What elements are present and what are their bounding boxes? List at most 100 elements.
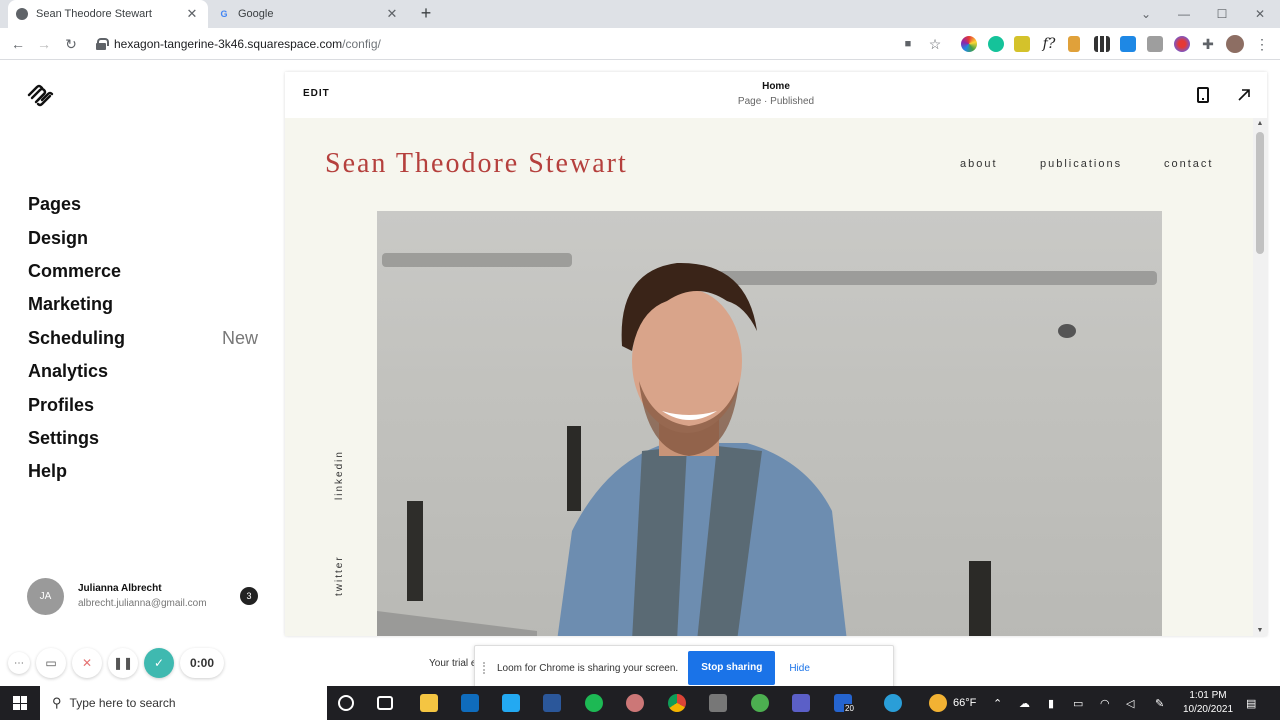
- calculator-icon[interactable]: [709, 694, 727, 712]
- sidebar-item-marketing[interactable]: Marketing: [28, 288, 260, 321]
- site-editor-frame: EDIT Home Page · Published Sean Theodore…: [285, 72, 1267, 636]
- reload-icon[interactable]: ↻: [61, 34, 81, 54]
- social-link-linkedin[interactable]: linkedin: [334, 450, 345, 500]
- windows-start-icon[interactable]: [13, 696, 27, 710]
- tab-google[interactable]: G Google ✕: [208, 0, 408, 28]
- scroll-up-arrow[interactable]: ▲: [1256, 120, 1264, 127]
- volume-icon[interactable]: ◁: [1126, 686, 1134, 720]
- temperature[interactable]: 66°F: [953, 686, 976, 720]
- cortana-icon[interactable]: [338, 695, 354, 711]
- extensions-puzzle-icon[interactable]: ✚: [1198, 34, 1218, 54]
- vscode-icon[interactable]: [502, 694, 520, 712]
- loom-more-icon[interactable]: ⋯: [8, 652, 30, 674]
- vertical-scrollbar[interactable]: ▲ ▼: [1253, 118, 1267, 636]
- app-icon[interactable]: [626, 694, 644, 712]
- stop-sharing-button[interactable]: Stop sharing: [688, 651, 776, 685]
- expand-arrow-icon[interactable]: [1236, 87, 1252, 103]
- scroll-down-arrow[interactable]: ▼: [1256, 627, 1264, 634]
- battery-icon[interactable]: ▭: [1073, 686, 1083, 720]
- spotify-icon[interactable]: [585, 694, 603, 712]
- extension-yellow-icon[interactable]: [1014, 36, 1030, 52]
- close-window-button[interactable]: ✕: [1242, 4, 1278, 24]
- sidebar-item-label: Pages: [28, 194, 82, 215]
- site-nav-contact[interactable]: contact: [1164, 158, 1213, 170]
- chrome-menu-icon[interactable]: ⋮: [1252, 34, 1272, 54]
- loom-finish-icon[interactable]: ✓: [144, 648, 174, 678]
- word-icon[interactable]: [543, 694, 561, 712]
- site-title[interactable]: Sean Theodore Stewart: [325, 148, 628, 180]
- sidebar-item-label: Profiles: [28, 394, 95, 415]
- notification-center-icon[interactable]: ▤: [1246, 686, 1256, 720]
- cloud-icon[interactable]: ☁: [1019, 686, 1030, 720]
- account-email: albrecht.julianna@gmail.com: [78, 598, 207, 609]
- social-link-twitter[interactable]: twitter: [334, 555, 345, 596]
- forward-icon[interactable]: →: [34, 34, 54, 54]
- todo-icon[interactable]: 20: [834, 694, 855, 713]
- mobile-preview-icon[interactable]: [1197, 87, 1209, 103]
- extension-camera-icon[interactable]: [1147, 36, 1163, 52]
- task-view-icon[interactable]: [377, 696, 393, 710]
- extension-hammer-icon[interactable]: [1068, 36, 1080, 52]
- pen-icon[interactable]: ✎: [1155, 686, 1164, 720]
- squarespace-logo-icon[interactable]: [26, 84, 54, 108]
- loom-camera-icon[interactable]: ▭: [36, 648, 66, 678]
- hide-button[interactable]: Hide: [783, 663, 816, 674]
- teams-icon[interactable]: [792, 694, 810, 712]
- tab-title: Sean Theodore Stewart: [36, 8, 152, 20]
- back-icon[interactable]: ←: [8, 34, 28, 54]
- sidebar-item-commerce[interactable]: Commerce: [28, 255, 260, 288]
- url-host: hexagon-tangerine-3k46.squarespace.com: [114, 37, 343, 51]
- extension-download-icon[interactable]: [1120, 36, 1136, 52]
- extension-flower-icon[interactable]: [1174, 36, 1190, 52]
- file-explorer-icon[interactable]: [420, 694, 438, 712]
- site-nav-publications[interactable]: publications: [1040, 158, 1122, 170]
- globe-app-icon[interactable]: [751, 694, 769, 712]
- profile-avatar-icon[interactable]: [1226, 35, 1244, 53]
- new-tab-button[interactable]: +: [416, 4, 436, 24]
- sidebar-item-analytics[interactable]: Analytics: [28, 355, 260, 388]
- loom-timer: 0:00: [180, 648, 224, 678]
- tab-search-icon[interactable]: ⌄: [1128, 4, 1164, 24]
- taskbar-clock[interactable]: 1:01 PM 10/20/2021: [1178, 689, 1238, 717]
- account-menu[interactable]: JA Julianna Albrecht albrecht.julianna@g…: [27, 577, 262, 615]
- weather-icon: [929, 694, 947, 712]
- microphone-icon[interactable]: ▮: [1048, 686, 1054, 720]
- loom-controls: ⋯ ▭ ✕ ❚❚ ✓ 0:00: [8, 648, 224, 678]
- help-icon[interactable]: [884, 694, 902, 712]
- extension-color-icon[interactable]: [961, 36, 977, 52]
- tab-sean-theodore-stewart[interactable]: Sean Theodore Stewart ✕: [8, 0, 208, 28]
- close-tab-icon[interactable]: ✕: [184, 6, 200, 22]
- loom-cancel-icon[interactable]: ✕: [72, 648, 102, 678]
- scrollbar-thumb[interactable]: [1256, 132, 1264, 254]
- site-nav-about[interactable]: about: [960, 158, 998, 170]
- teams-badge: 20: [844, 704, 855, 713]
- outlook-icon[interactable]: [461, 694, 479, 712]
- chevron-up-icon[interactable]: ⌃: [993, 686, 1002, 720]
- sidebar-item-scheduling[interactable]: Scheduling New: [28, 322, 260, 355]
- extension-function-icon[interactable]: f?: [1039, 34, 1059, 54]
- taskbar-search-input[interactable]: ⚲ Type here to search: [40, 686, 327, 720]
- address-bar[interactable]: hexagon-tangerine-3k46.squarespace.com/c…: [90, 31, 950, 57]
- notification-count-badge[interactable]: 3: [240, 587, 258, 605]
- loom-pause-icon[interactable]: ❚❚: [108, 648, 138, 678]
- bookmark-star-icon[interactable]: ☆: [925, 34, 945, 54]
- chrome-icon[interactable]: [668, 694, 686, 712]
- minimize-button[interactable]: —: [1166, 4, 1202, 24]
- trial-notice: Your trial e: [429, 658, 477, 669]
- screen-share-bar: Loom for Chrome is sharing your screen. …: [474, 645, 894, 691]
- close-tab-icon[interactable]: ✕: [384, 6, 400, 22]
- sidebar-item-help[interactable]: Help: [28, 455, 260, 488]
- sidebar-item-label: Scheduling: [28, 327, 126, 348]
- extension-grammarly-icon[interactable]: [988, 36, 1004, 52]
- sidebar-item-label: Settings: [28, 427, 100, 448]
- maximize-button[interactable]: ☐: [1204, 4, 1240, 24]
- camera-blocked-icon[interactable]: ■: [898, 34, 918, 54]
- sidebar-item-label: Marketing: [28, 294, 114, 315]
- sidebar-item-profiles[interactable]: Profiles: [28, 388, 260, 421]
- wifi-icon[interactable]: ◠: [1100, 686, 1110, 720]
- drag-handle-icon[interactable]: [483, 662, 489, 674]
- extension-grid-icon[interactable]: [1094, 36, 1110, 52]
- sidebar-item-pages[interactable]: Pages: [28, 188, 260, 221]
- sidebar-item-settings[interactable]: Settings: [28, 422, 260, 455]
- sidebar-item-design[interactable]: Design: [28, 221, 260, 254]
